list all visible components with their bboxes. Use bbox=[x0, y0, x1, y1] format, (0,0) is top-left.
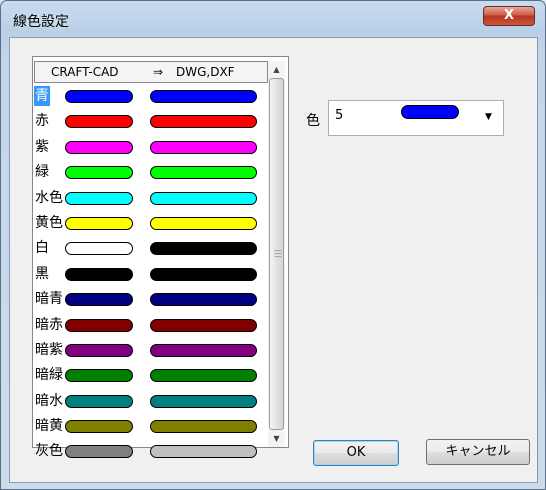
header-target-label: DWG,DXF bbox=[176, 65, 235, 79]
source-color-swatch bbox=[65, 293, 133, 307]
chevron-down-icon[interactable]: ▼ bbox=[485, 112, 492, 122]
list-item[interactable]: 暗青 bbox=[34, 288, 266, 313]
source-color-swatch bbox=[65, 90, 133, 103]
list-item[interactable]: 紫 bbox=[34, 136, 266, 161]
list-item-label: 白 bbox=[35, 240, 49, 257]
list-item-label: 暗赤 bbox=[35, 316, 63, 333]
color-dropdown[interactable]: 5 ▼ bbox=[328, 100, 504, 136]
color-dropdown-value: 5 bbox=[335, 108, 344, 123]
list-item[interactable]: 青 bbox=[34, 85, 266, 110]
header-source-label: CRAFT-CAD bbox=[51, 65, 119, 79]
list-item-label: 水色 bbox=[35, 189, 63, 206]
target-color-swatch bbox=[150, 115, 257, 129]
target-color-swatch bbox=[150, 216, 257, 230]
chevron-down-icon[interactable]: ▼ bbox=[268, 430, 285, 447]
color-mapping-list: CRAFT-CAD ⇒ DWG,DXF 青赤紫緑水色黄色白黒暗青暗赤暗紫暗緑暗水… bbox=[32, 56, 289, 459]
list-item-label: 赤 bbox=[35, 113, 49, 130]
target-color-swatch bbox=[150, 191, 257, 205]
color-label: 色 bbox=[306, 113, 320, 129]
title-bar[interactable]: 線色設定 X bbox=[1, 1, 545, 37]
list-item-label: 暗紫 bbox=[35, 341, 63, 358]
close-icon: X bbox=[503, 8, 515, 23]
list-item-label: 暗水 bbox=[35, 392, 63, 409]
list-item-label: 青 bbox=[34, 86, 50, 106]
list-item-label: 暗青 bbox=[35, 291, 63, 308]
source-color-swatch bbox=[65, 166, 133, 180]
source-color-swatch bbox=[65, 267, 133, 281]
cancel-button[interactable]: キャンセル bbox=[426, 439, 530, 465]
list-item-label: 灰色 bbox=[35, 443, 63, 460]
close-button[interactable]: X bbox=[483, 6, 535, 26]
grip-icon: — — — bbox=[274, 246, 282, 261]
list-header: CRAFT-CAD ⇒ DWG,DXF bbox=[34, 61, 268, 83]
list-item[interactable]: 水色 bbox=[34, 187, 266, 212]
source-color-swatch bbox=[65, 420, 133, 434]
ok-button[interactable]: OK bbox=[313, 440, 399, 466]
dialog-window: 線色設定 X CRAFT-CAD ⇒ DWG,DXF 青赤紫緑水色黄色白黒暗青暗… bbox=[0, 0, 546, 490]
list-item-label: 暗緑 bbox=[35, 367, 63, 384]
list-item[interactable]: 緑 bbox=[34, 161, 266, 186]
list-item[interactable]: 暗黄 bbox=[34, 415, 266, 440]
target-color-swatch bbox=[150, 140, 257, 154]
target-color-swatch bbox=[150, 445, 257, 459]
source-color-swatch bbox=[65, 394, 133, 408]
list-item-label: 暗黄 bbox=[35, 418, 63, 435]
target-color-swatch bbox=[150, 343, 257, 357]
target-color-swatch bbox=[150, 394, 257, 408]
arrow-right-icon: ⇒ bbox=[153, 65, 164, 79]
source-color-swatch bbox=[65, 216, 133, 230]
source-color-swatch bbox=[65, 191, 133, 205]
target-color-swatch bbox=[150, 267, 257, 281]
source-color-swatch bbox=[65, 140, 133, 154]
target-color-swatch bbox=[150, 293, 257, 307]
list-item[interactable]: 赤 bbox=[34, 110, 266, 135]
chevron-up-icon[interactable]: ▲ bbox=[268, 61, 285, 78]
source-color-swatch bbox=[65, 115, 133, 129]
list-item[interactable]: 暗水 bbox=[34, 390, 266, 415]
source-color-swatch bbox=[65, 445, 133, 459]
list-item-label: 黄色 bbox=[35, 214, 63, 231]
target-color-swatch bbox=[150, 242, 257, 256]
color-dropdown-swatch bbox=[401, 105, 459, 119]
list-item[interactable]: 白 bbox=[34, 237, 266, 262]
list-item[interactable]: 黄色 bbox=[34, 212, 266, 237]
scrollbar-thumb[interactable]: — — — bbox=[269, 78, 284, 430]
source-color-swatch bbox=[65, 343, 133, 357]
target-color-swatch bbox=[150, 369, 257, 383]
dialog-body: CRAFT-CAD ⇒ DWG,DXF 青赤紫緑水色黄色白黒暗青暗赤暗紫暗緑暗水… bbox=[9, 37, 538, 483]
list-item[interactable]: 暗赤 bbox=[34, 314, 266, 339]
list-item[interactable]: 暗紫 bbox=[34, 339, 266, 364]
list-item[interactable]: 黒 bbox=[34, 263, 266, 288]
target-color-swatch bbox=[150, 420, 257, 434]
vertical-scrollbar[interactable]: ▲ — — — ▼ bbox=[268, 61, 285, 447]
list-item-label: 緑 bbox=[35, 164, 49, 181]
list-item[interactable]: 暗緑 bbox=[34, 364, 266, 389]
list-item-label: 紫 bbox=[35, 138, 49, 155]
dialog-title: 線色設定 bbox=[13, 14, 69, 30]
list-rows: 青赤紫緑水色黄色白黒暗青暗赤暗紫暗緑暗水暗黄灰色 bbox=[34, 85, 266, 466]
target-color-swatch bbox=[150, 166, 257, 180]
list-item-label: 黒 bbox=[35, 265, 49, 282]
source-color-swatch bbox=[65, 318, 133, 332]
target-color-swatch bbox=[150, 90, 257, 103]
target-color-swatch bbox=[150, 318, 257, 332]
source-color-swatch bbox=[65, 369, 133, 383]
list-item[interactable]: 灰色 bbox=[34, 440, 266, 465]
source-color-swatch bbox=[65, 242, 133, 256]
